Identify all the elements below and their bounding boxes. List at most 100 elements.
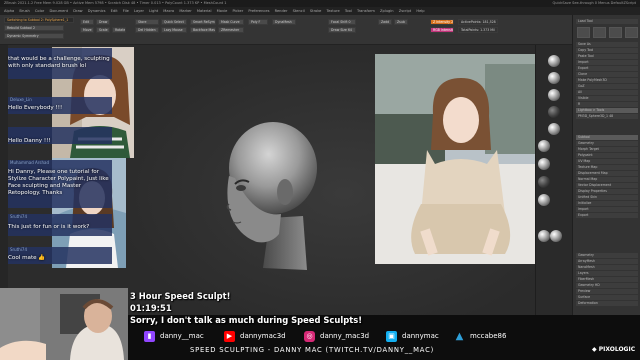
palette-r[interactable]: R [576,102,638,107]
menu-edit[interactable]: Edit [111,9,118,13]
rgb-intensity-slider[interactable]: RGB Intensity 100 [430,27,454,33]
z-intensity-slider[interactable]: Z Intensity 25 [430,19,454,25]
dynamesh-button[interactable]: DynaMesh [272,19,296,25]
brush-sphere-icon[interactable] [548,72,560,84]
brush-sphere-icon[interactable] [548,89,560,101]
titlebar-right-controls[interactable]: QuickSave See-through 0 Menus DefaultZSc… [553,0,636,7]
menu-movie[interactable]: Movie [217,9,228,13]
zsub-button[interactable]: Zsub [394,19,408,25]
brush-sphere-icon[interactable] [548,123,560,135]
brush-sphere-icon[interactable] [538,158,550,170]
sculpt-head-model[interactable] [215,118,325,278]
social-twitch[interactable]: ▮ danny__mac [144,329,204,343]
rebuild-subtool-button[interactable]: Rebuild Subtool 2 [4,25,64,31]
brush-sphere-icon[interactable] [550,230,562,242]
menu-brush[interactable]: Brush [19,9,29,13]
menu-light[interactable]: Light [149,9,158,13]
quick-select-button[interactable]: Quick Select [161,19,187,25]
palette-arraymesh[interactable]: ArrayMesh [576,259,638,264]
palette-export[interactable]: Export [576,66,638,71]
brush-sphere-icon[interactable] [548,55,560,67]
palette-fibermesh[interactable]: FiberMesh [576,277,638,282]
menu-zscript[interactable]: Zscript [399,9,411,13]
social-artstation-2[interactable]: ▲ mccabe86 [454,329,507,343]
palette-all[interactable]: All [576,90,638,95]
menu-material[interactable]: Material [197,9,212,13]
smart-resym-button[interactable]: Smart ReSym [190,19,216,25]
palette-import[interactable]: Import [576,60,638,65]
material-sphere-icon[interactable] [548,106,560,118]
poly-f-button[interactable]: Poly F [248,19,268,25]
palette-normal-map[interactable]: Normal Map [576,177,638,182]
menu-picker[interactable]: Picker [232,9,243,13]
palette-save-as[interactable]: Save As [576,42,638,47]
menu-preferences[interactable]: Preferences [248,9,269,13]
menu-macro[interactable]: Macro [163,9,174,13]
zadd-button[interactable]: Zadd [378,19,392,25]
palette-geometry[interactable]: Geometry [576,141,638,146]
move-button[interactable]: Move [80,27,94,33]
menu-stroke[interactable]: Stroke [310,9,321,13]
dynamic-symmetry-button[interactable]: Dynamic Symmetry [4,33,64,39]
tool-thumbnail[interactable] [609,27,622,38]
palette-unified-skin[interactable]: Unified Skin [576,195,638,200]
menu-stencil[interactable]: Stencil [293,9,305,13]
palette-morph-target[interactable]: Morph Target [576,147,638,152]
palette-vector-displacement[interactable]: Vector Displacement [576,183,638,188]
menu-alpha[interactable]: Alpha [4,9,14,13]
palette-deformation[interactable]: Deformation [576,301,638,306]
material-sphere-icon[interactable] [538,176,550,188]
palette-export-2[interactable]: Export [576,213,638,218]
lazy-mouse-button[interactable]: Lazy Mouse [161,27,187,33]
menu-texture[interactable]: Texture [327,9,340,13]
palette-lower-geometry[interactable]: Geometry [576,253,638,258]
brush-sphere-icon[interactable] [538,230,550,242]
brush-sphere-icon[interactable] [538,140,550,152]
focal-shift-slider[interactable]: Focal Shift 0 [328,19,356,25]
palette-initialize[interactable]: Initialize [576,201,638,206]
tool-thumbnail[interactable] [593,27,606,38]
palette-goz[interactable]: GoZ [576,84,638,89]
palette-nanomesh[interactable]: NanoMesh [576,265,638,270]
backface-mask-button[interactable]: Backface Mask [190,27,216,33]
menu-draw[interactable]: Draw [73,9,82,13]
palette-layers[interactable]: Layers [576,271,638,276]
palette-import-2[interactable]: Import [576,207,638,212]
store-button[interactable]: Store [135,19,159,25]
brush-sphere-icon[interactable] [538,194,550,206]
menu-document[interactable]: Document [49,9,68,13]
palette-texture-map[interactable]: Texture Map [576,165,638,170]
palette-display-properties[interactable]: Display Properties [576,189,638,194]
palette-subtool[interactable]: Subtool [576,135,638,140]
del-hidden-button[interactable]: Del Hidden [135,27,159,33]
palette-make-polymesh[interactable]: Make PolyMesh3D [576,78,638,83]
menu-file[interactable]: File [123,9,129,13]
menu-transform[interactable]: Transform [357,9,375,13]
palette-uv-map[interactable]: UV Map [576,159,638,164]
menu-layer[interactable]: Layer [134,9,144,13]
palette-load-tool[interactable]: Load Tool [576,19,638,24]
rotate-button[interactable]: Rotate [112,27,126,33]
palette-clone[interactable]: Clone [576,72,638,77]
menu-dynamics[interactable]: Dynamics [88,9,106,13]
palette-displacement-map[interactable]: Displacement Map [576,171,638,176]
tool-thumbnail[interactable] [577,27,590,38]
mask-curve-button[interactable]: Mask Curve [218,19,244,25]
palette-polypaint[interactable]: Polypaint [576,153,638,158]
draw-button[interactable]: Draw [96,19,110,25]
palette-geometry-hd[interactable]: Geometry HD [576,283,638,288]
menu-help[interactable]: Help [416,9,424,13]
menu-marker[interactable]: Marker [179,9,191,13]
social-youtube[interactable]: ▶ dannymac3d [224,329,286,343]
palette-preview[interactable]: Preview [576,289,638,294]
palette-visible[interactable]: Visible [576,96,638,101]
social-instagram[interactable]: ◎ danny_mac3d [304,329,369,343]
menu-zplugin[interactable]: Zplugin [380,9,394,13]
menu-color[interactable]: Color [35,9,44,13]
menu-tool[interactable]: Tool [345,9,352,13]
palette-lightbox-tools[interactable]: Lightbox > Tools [576,108,638,113]
social-artstation[interactable]: ▣ dannymac [386,329,439,343]
edit-button[interactable]: Edit [80,19,94,25]
palette-copy-tool[interactable]: Copy Tool [576,48,638,53]
palette-paste-tool[interactable]: Paste Tool [576,54,638,59]
